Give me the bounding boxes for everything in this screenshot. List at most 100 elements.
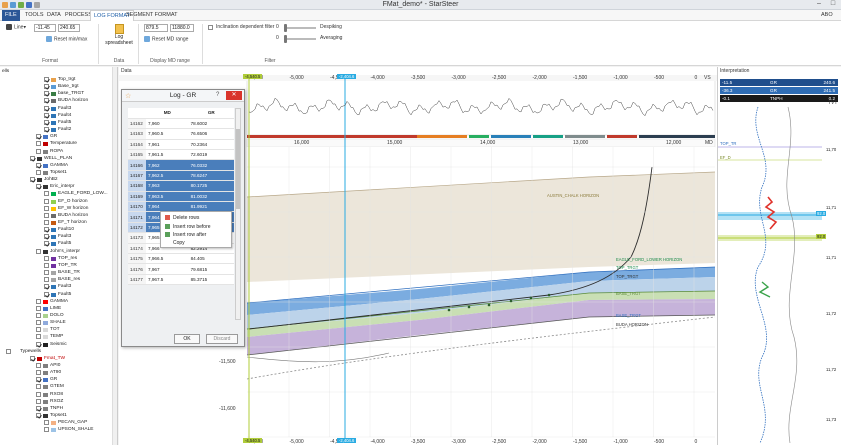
md-cell[interactable]: 7,960.5 [146, 128, 189, 140]
gr-cell[interactable]: 84.405 [188, 253, 234, 265]
tree-item-checkbox[interactable] [30, 177, 35, 183]
menu-data[interactable]: DATA [44, 10, 64, 21]
table-row[interactable]: 14175 7,966.5 84.405 [128, 253, 234, 265]
tree-item-checkbox[interactable] [36, 320, 41, 326]
row-index[interactable]: 14176 [128, 263, 146, 275]
tree-item-checkbox[interactable] [44, 270, 49, 276]
md-cell[interactable]: 7,966.5 [146, 253, 189, 265]
row-index[interactable]: 14166 [128, 159, 146, 171]
tree-item-checkbox[interactable] [44, 212, 49, 218]
gr-cell[interactable]: 76.0332 [188, 159, 234, 171]
tree-item-checkbox[interactable] [44, 84, 49, 90]
log-spreadsheet-button[interactable]: Log spreadsheet [104, 24, 134, 46]
maximize-icon[interactable]: □ [826, 0, 840, 10]
tree-item-checkbox[interactable] [36, 370, 41, 376]
line-style-button[interactable]: Line▾ [6, 24, 26, 30]
interpretation-canvas[interactable] [718, 67, 841, 445]
table-row[interactable]: 14167 7,962.5 78.6247 [128, 170, 234, 182]
horizon-label-austin[interactable]: AUSTIN_CHALK HORIZON [547, 193, 599, 198]
gr-cell[interactable]: 78.6002 [188, 118, 234, 130]
help-icon[interactable]: ? [216, 92, 219, 98]
table-scrollbar[interactable] [235, 108, 241, 320]
horizon-label-buda[interactable]: BUDA HORIZON [616, 322, 648, 327]
tree-item-checkbox[interactable] [44, 205, 49, 211]
md-cell[interactable]: 7,963 [146, 180, 189, 192]
tree-item-checkbox[interactable] [44, 105, 49, 111]
tree-item-checkbox[interactable] [44, 284, 49, 290]
tree-item-checkbox[interactable] [44, 220, 49, 225]
md-cell[interactable]: 7,962.5 [146, 170, 189, 182]
table-row[interactable]: 14169 7,963.5 81.0032 [128, 191, 234, 203]
interp-tag[interactable]: 92.0 [816, 211, 827, 216]
tree-item-checkbox[interactable] [44, 198, 49, 204]
tree-item-checkbox[interactable] [44, 420, 49, 426]
tree-item-checkbox[interactable] [36, 148, 41, 154]
tree-item-checkbox[interactable] [44, 119, 49, 125]
marker-left-bottom-label[interactable]: -4,540.5 [243, 438, 263, 443]
menu-file[interactable]: FILE [2, 10, 20, 21]
log-table[interactable]: MD GR 14162 7,960 78.6002 14163 7,960.5 76.650… [128, 108, 234, 286]
table-row[interactable]: 14163 7,960.5 76.6506 [128, 128, 234, 140]
tree-item-checkbox[interactable] [30, 355, 35, 361]
tree-item-checkbox[interactable] [36, 327, 41, 333]
menu-copy[interactable]: Copy [165, 239, 185, 247]
md-cell[interactable]: 7,961 [146, 139, 189, 151]
table-row[interactable]: 14162 7,960 78.6002 [128, 118, 234, 130]
marker-right-bottom-label[interactable]: -2,404.6 [337, 438, 357, 443]
tree-item-checkbox[interactable] [36, 298, 41, 304]
row-index[interactable]: 14162 [128, 118, 146, 130]
tree-item-checkbox[interactable] [44, 191, 49, 197]
marker-right-label[interactable]: -2,404.6 [337, 74, 357, 79]
tree-item-checkbox[interactable] [44, 98, 49, 104]
tree-item-checkbox[interactable] [44, 262, 49, 268]
horizon-label-base-trgt[interactable]: BASE_TRGT [616, 291, 641, 296]
table-row[interactable]: 14177 7,967.5 85.3715 [128, 274, 234, 286]
md-cell[interactable]: 7,960 [146, 118, 189, 130]
table-row[interactable]: 14164 7,961 70.2364 [128, 139, 234, 151]
discard-button[interactable]: Discard [206, 334, 238, 344]
gr-cell[interactable]: 80.1725 [188, 180, 234, 192]
row-index[interactable]: 14167 [128, 170, 146, 182]
incl-filter-checkbox[interactable] [208, 25, 213, 30]
row-index[interactable]: 14165 [128, 149, 146, 161]
tree-item-checkbox[interactable] [44, 77, 49, 82]
tree-item-checkbox[interactable] [36, 341, 41, 347]
menu-delete-rows[interactable]: Delete rows [165, 214, 199, 222]
reset-min-max-button[interactable]: Reset min/max [46, 36, 87, 42]
gr-cell[interactable]: 81.0032 [188, 191, 234, 203]
tree-item-checkbox[interactable] [36, 134, 41, 140]
interp-label-top-tr[interactable]: TOP_TR [720, 141, 736, 146]
tree-item-checkbox[interactable] [36, 398, 41, 404]
table-row[interactable]: 14166 7,962 76.0332 [128, 159, 234, 171]
ok-button[interactable]: OK [174, 334, 200, 344]
tree-item-checkbox[interactable] [36, 305, 41, 311]
gr-cell[interactable]: 85.3715 [188, 274, 234, 286]
table-row[interactable]: 14165 7,961.5 72.6019 [128, 149, 234, 161]
tree-item-checkbox[interactable] [36, 141, 41, 147]
tree-item-checkbox[interactable] [44, 255, 49, 261]
interp-tag[interactable]: 92.0 [816, 234, 827, 239]
gr-cell[interactable]: 70.2364 [188, 139, 234, 151]
tree-item-checkbox[interactable] [44, 234, 49, 240]
interp-label-ef-d[interactable]: EF_D [720, 155, 731, 160]
tree-item-checkbox[interactable] [44, 91, 49, 97]
tree-item-checkbox[interactable] [44, 127, 49, 133]
menu-tools[interactable]: TOOLS [22, 10, 47, 21]
md-cell[interactable]: 7,961.5 [146, 149, 189, 161]
menu-segment-format[interactable]: SEGMENT FORMAT [123, 10, 180, 21]
horizon-label-top-trgt[interactable]: TOP_TRGT [616, 265, 638, 270]
marker-left-label[interactable]: -4,540.5 [243, 74, 263, 79]
range-max-input[interactable]: 240.65 [58, 24, 80, 32]
tree-item-checkbox[interactable] [36, 405, 41, 411]
tree-item-checkbox[interactable] [36, 413, 41, 419]
horizon-label-base-trgt-2[interactable]: BASE_TRGT [616, 313, 641, 318]
tree-item-checkbox[interactable] [44, 241, 49, 247]
tree-item-checkbox[interactable] [36, 169, 41, 175]
row-index[interactable]: 14170 [128, 201, 146, 213]
tree-item-checkbox[interactable] [44, 291, 49, 297]
tree-item-checkbox[interactable] [36, 377, 41, 383]
md-cell[interactable]: 7,967 [146, 263, 189, 275]
tree-item-checkbox[interactable] [44, 277, 49, 283]
row-index[interactable]: 14163 [128, 128, 146, 140]
tree-item-checkbox[interactable] [36, 363, 41, 368]
